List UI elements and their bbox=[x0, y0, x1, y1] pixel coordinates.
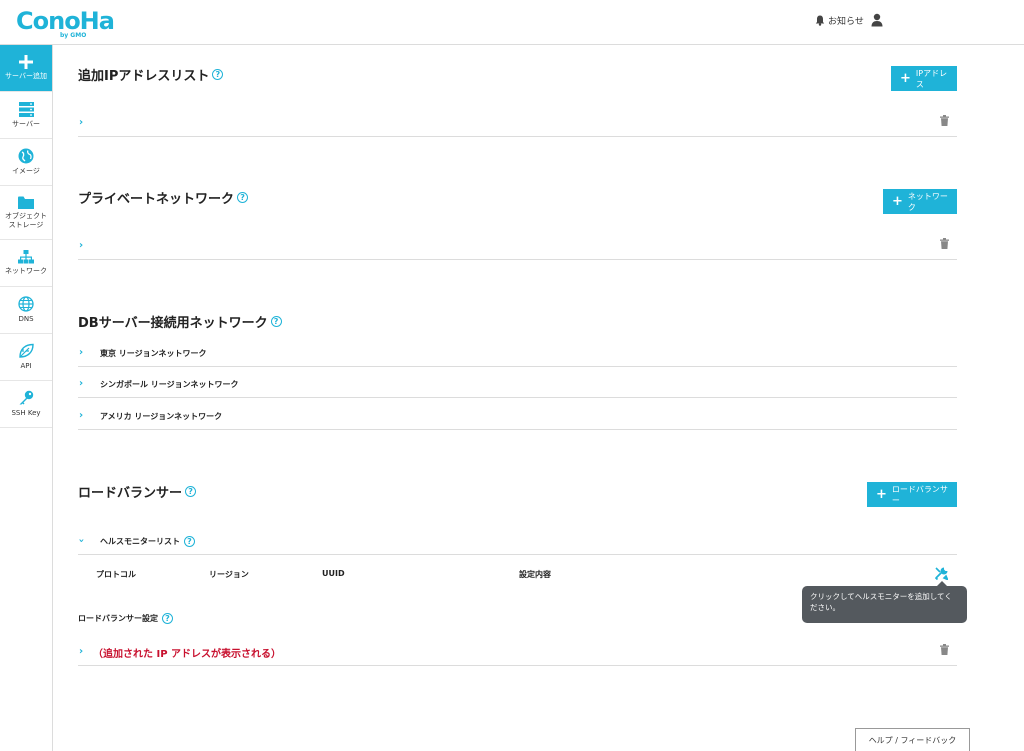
trash-icon[interactable] bbox=[940, 644, 949, 655]
sidebar: サーバー追加 サーバー イメージ オブジェクト ストレージ ネットワーク DNS… bbox=[0, 45, 53, 751]
column-header-region: リージョン bbox=[209, 570, 249, 579]
sidebar-item-network[interactable]: ネットワーク bbox=[0, 240, 52, 287]
server-icon bbox=[18, 101, 34, 117]
add-network-button[interactable]: + ネットワーク bbox=[883, 189, 957, 214]
sidebar-item-api[interactable]: API bbox=[0, 334, 52, 381]
logo-text: ConoHa bbox=[16, 7, 115, 35]
conoha-logo[interactable]: ConoHa by GMO bbox=[16, 7, 115, 39]
chevron-right-icon[interactable]: › bbox=[79, 117, 83, 128]
load-balancer-title-text: ロードバランサー bbox=[78, 486, 183, 501]
health-monitor-list-text: ヘルスモニターリスト bbox=[100, 537, 180, 546]
api-leaf-icon bbox=[19, 343, 34, 358]
notice-label: お知らせ bbox=[828, 17, 864, 27]
db-network-row-singapore[interactable]: › シンガポール リージョンネットワーク bbox=[78, 367, 957, 398]
region-network-label: アメリカ リージョンネットワーク bbox=[100, 412, 223, 421]
trash-icon[interactable] bbox=[940, 238, 949, 249]
health-monitor-list-label: ヘルスモニターリスト ? bbox=[100, 536, 195, 547]
sidebar-item-object-storage[interactable]: オブジェクト ストレージ bbox=[0, 186, 52, 240]
notice-link[interactable]: お知らせ bbox=[815, 14, 864, 27]
user-icon[interactable] bbox=[871, 13, 883, 27]
ip-list-row[interactable]: › bbox=[78, 105, 957, 137]
column-header-uuid: UUID bbox=[322, 569, 345, 578]
trash-icon[interactable] bbox=[940, 115, 949, 126]
sidebar-item-label: ネットワーク bbox=[5, 267, 47, 275]
sidebar-item-label: サーバー追加 bbox=[5, 72, 47, 80]
chevron-right-icon[interactable]: › bbox=[79, 240, 83, 251]
private-network-row[interactable]: › bbox=[78, 229, 957, 260]
added-ip-note: （追加された IP アドレスが表示される） bbox=[93, 649, 282, 660]
sidebar-item-label: DNS bbox=[18, 315, 34, 323]
key-icon bbox=[19, 390, 34, 405]
health-monitor-tooltip: クリックしてヘルスモニターを追加してください。 bbox=[802, 581, 967, 623]
tools-icon[interactable] bbox=[935, 567, 948, 580]
column-header-settings: 設定内容 bbox=[519, 570, 551, 579]
sidebar-item-ssh-key[interactable]: SSH Key bbox=[0, 381, 52, 428]
add-load-balancer-button-label: ロードバランサー bbox=[891, 484, 948, 505]
sidebar-item-label: サーバー bbox=[12, 119, 40, 128]
sidebar-item-label: オブジェクト ストレージ bbox=[5, 211, 47, 229]
help-icon[interactable]: ? bbox=[184, 536, 195, 547]
bell-icon bbox=[815, 15, 825, 26]
ip-list-title-text: 追加IPアドレスリスト bbox=[78, 69, 210, 84]
logo-sub: by GMO bbox=[60, 32, 87, 39]
help-icon[interactable]: ? bbox=[212, 69, 224, 80]
chevron-right-icon[interactable]: › bbox=[79, 410, 83, 421]
help-icon[interactable]: ? bbox=[270, 316, 282, 327]
db-network-title-text: DBサーバー接続用ネットワーク bbox=[78, 316, 268, 331]
help-icon[interactable]: ? bbox=[237, 192, 249, 203]
lb-settings-row[interactable]: › （追加された IP アドレスが表示される） bbox=[78, 635, 957, 666]
top-header: ConoHa by GMO お知らせ bbox=[0, 0, 1024, 45]
sidebar-item-label: イメージ bbox=[12, 167, 40, 175]
help-icon[interactable]: ? bbox=[162, 613, 173, 624]
chevron-right-icon[interactable]: › bbox=[79, 347, 83, 358]
sidebar-item-add-server[interactable]: サーバー追加 bbox=[0, 45, 52, 92]
help-icon[interactable]: ? bbox=[185, 486, 197, 497]
column-header-protocol: プロトコル bbox=[96, 570, 136, 579]
chevron-down-icon[interactable]: › bbox=[76, 538, 87, 542]
add-ip-button[interactable]: + IPアドレス bbox=[891, 66, 957, 91]
ip-list-title: 追加IPアドレスリスト ? bbox=[78, 65, 224, 84]
add-ip-button-label: IPアドレス bbox=[915, 68, 948, 89]
folder-icon bbox=[18, 196, 34, 209]
sidebar-item-label: API bbox=[20, 362, 32, 370]
health-monitor-list-header[interactable]: › ヘルスモニターリスト ? bbox=[76, 528, 957, 555]
lb-settings-label: ロードバランサー設定 ? bbox=[78, 613, 173, 624]
dns-globe-icon bbox=[18, 296, 34, 312]
chevron-right-icon[interactable]: › bbox=[79, 646, 83, 657]
region-network-label: シンガポール リージョンネットワーク bbox=[100, 380, 239, 389]
plus-icon: + bbox=[876, 487, 887, 502]
load-balancer-title: ロードバランサー ? bbox=[78, 482, 197, 501]
lb-settings-text: ロードバランサー設定 bbox=[78, 614, 158, 623]
sidebar-item-server[interactable]: サーバー bbox=[0, 92, 52, 139]
add-network-button-label: ネットワーク bbox=[907, 191, 948, 212]
sidebar-item-dns[interactable]: DNS bbox=[0, 287, 52, 334]
chevron-right-icon[interactable]: › bbox=[79, 378, 83, 389]
network-icon bbox=[18, 250, 34, 264]
sidebar-item-image[interactable]: イメージ bbox=[0, 139, 52, 186]
db-network-title: DBサーバー接続用ネットワーク ? bbox=[78, 312, 282, 331]
private-network-title-text: プライベートネットワーク bbox=[78, 192, 235, 207]
globe-icon bbox=[18, 148, 34, 164]
plus-icon: + bbox=[892, 194, 903, 209]
sidebar-item-label: SSH Key bbox=[11, 409, 41, 417]
region-network-label: 東京 リージョンネットワーク bbox=[100, 349, 207, 358]
db-network-row-tokyo[interactable]: › 東京 リージョンネットワーク bbox=[78, 340, 957, 367]
plus-icon: + bbox=[900, 71, 911, 86]
db-network-row-america[interactable]: › アメリカ リージョンネットワーク bbox=[78, 398, 957, 430]
add-load-balancer-button[interactable]: + ロードバランサー bbox=[867, 482, 957, 507]
plus-icon bbox=[19, 55, 33, 69]
private-network-title: プライベートネットワーク ? bbox=[78, 188, 249, 207]
help-feedback-button[interactable]: ヘルプ / フィードバック bbox=[855, 728, 970, 751]
